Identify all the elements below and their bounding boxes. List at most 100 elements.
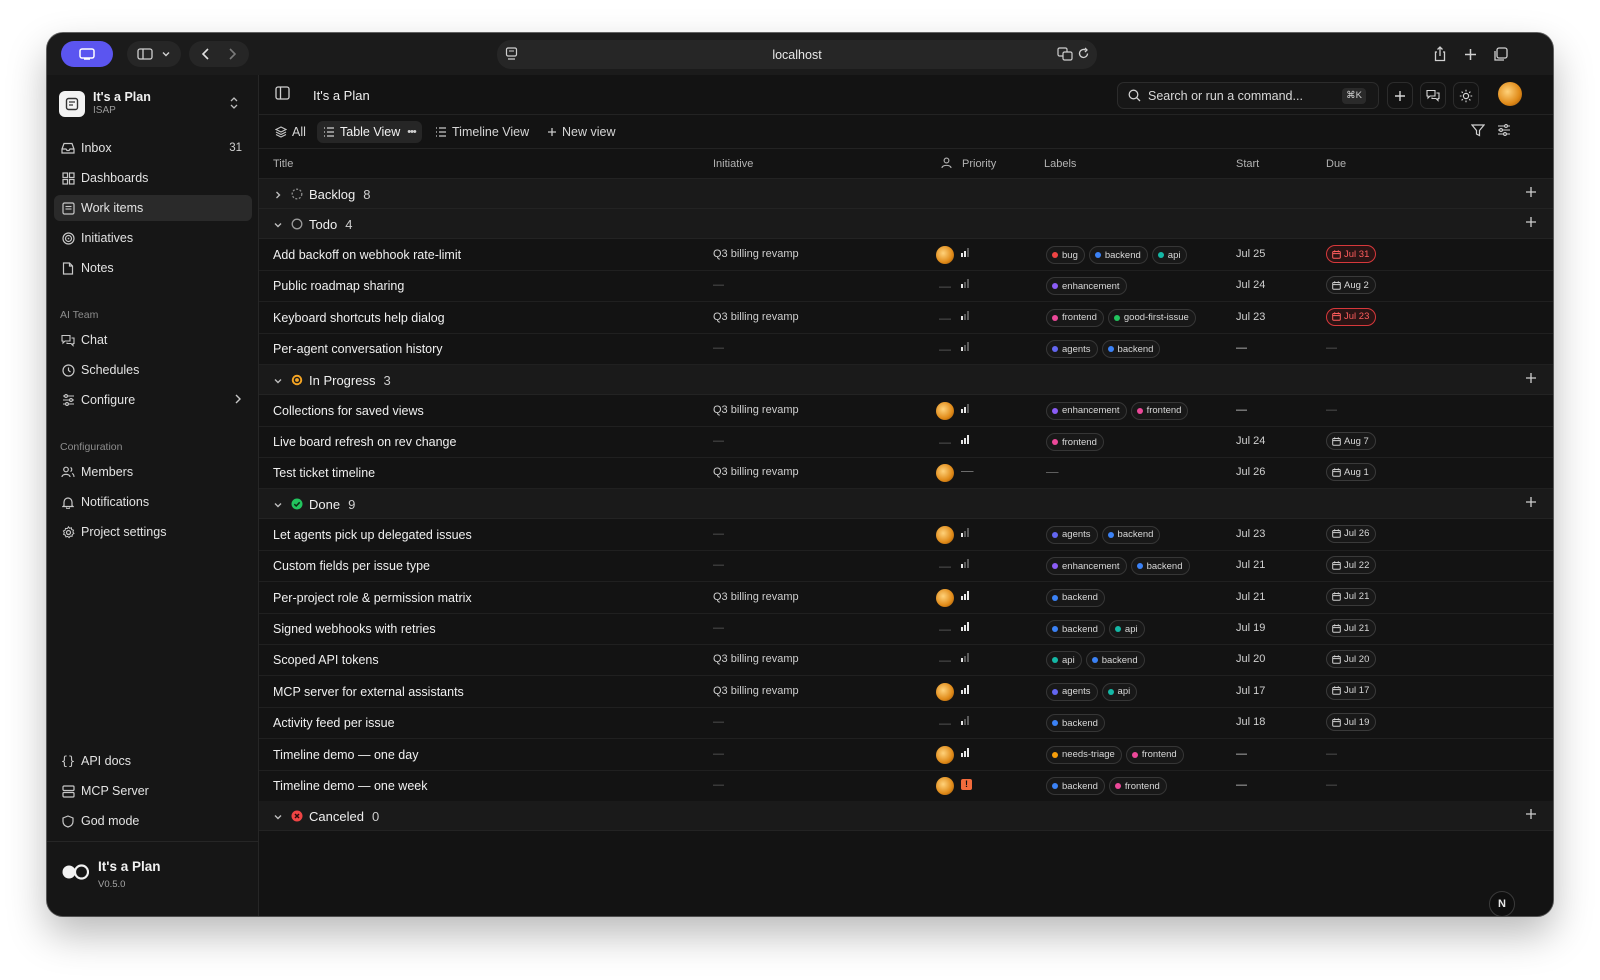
row-start-date[interactable]: Jul 18 — [1236, 716, 1265, 728]
assignee-avatar[interactable] — [936, 401, 954, 420]
row-due-date[interactable]: — — [1326, 404, 1337, 416]
row-start-date[interactable]: Jul 21 — [1236, 591, 1265, 603]
row-due-date[interactable]: Jul 22 — [1326, 556, 1377, 575]
label-chip[interactable]: good-first-issue — [1107, 308, 1196, 327]
row-title[interactable]: Public roadmap sharing — [273, 279, 404, 293]
assignee-avatar[interactable] — [936, 777, 954, 795]
row-start-date[interactable]: Jul 17 — [1236, 685, 1265, 697]
add-item-icon[interactable] — [1525, 216, 1537, 231]
sidebar-item-work-items[interactable]: Work items — [54, 195, 252, 221]
row-due-date[interactable]: Jul 31 — [1326, 245, 1377, 263]
table-row[interactable]: Public roadmap sharing — — enhancement Jul 2… — [259, 270, 1553, 303]
priority-bars-icon[interactable] — [961, 684, 969, 694]
assignee-avatar[interactable] — [936, 682, 954, 701]
forward-icon[interactable] — [219, 41, 245, 67]
row-start-date[interactable]: — — [1236, 404, 1247, 416]
row-due-date[interactable]: Jul 19 — [1326, 713, 1377, 732]
row-due-date[interactable]: — — [1326, 748, 1337, 760]
table-row[interactable]: Live board refresh on rev change — — fronte… — [259, 426, 1553, 458]
table-row[interactable]: Scoped API tokens Q3 billing revamp — api ba… — [259, 644, 1553, 677]
row-start-date[interactable]: — — [1236, 342, 1247, 354]
row-due-date[interactable]: Jul 23 — [1326, 307, 1377, 326]
sidebar-item-notifications[interactable]: Notifications — [54, 489, 252, 515]
row-title[interactable]: Let agents pick up delegated issues — [273, 528, 472, 542]
back-icon[interactable] — [193, 41, 219, 67]
label-chip[interactable]: agents — [1046, 525, 1098, 544]
new-tab-icon[interactable] — [1457, 41, 1483, 67]
chevron-right-icon[interactable] — [273, 188, 283, 203]
column-header-due[interactable]: Due — [1326, 158, 1346, 170]
label-chip[interactable]: frontend — [1125, 745, 1184, 764]
reload-icon[interactable] — [1077, 47, 1090, 63]
label-chip[interactable]: api — [1101, 682, 1138, 701]
row-title[interactable]: Timeline demo — one day — [273, 748, 418, 762]
table-row[interactable]: Keyboard shortcuts help dialog Q3 billing… — [259, 302, 1553, 334]
row-due-date[interactable]: Jul 26 — [1326, 524, 1377, 543]
group-header-backlog[interactable]: Backlog 8 — [259, 179, 1553, 209]
tabs-overview-icon[interactable] — [1487, 41, 1513, 67]
label-chip[interactable]: backend — [1046, 777, 1105, 795]
label-chip[interactable]: bug — [1046, 246, 1085, 264]
row-initiative[interactable]: — — [713, 559, 724, 571]
priority-bars-icon[interactable] — [961, 248, 969, 257]
assignee-column-icon[interactable] — [941, 157, 952, 172]
table-row[interactable]: Test ticket timeline Q3 billing revamp — — J… — [259, 457, 1553, 490]
row-start-date[interactable]: — — [1236, 748, 1247, 760]
label-chip[interactable]: backend — [1088, 246, 1148, 264]
page-menu-icon[interactable] — [505, 47, 518, 64]
group-header-todo[interactable]: Todo 4 — [259, 209, 1553, 239]
group-header-canceled[interactable]: Canceled 0 — [259, 801, 1553, 832]
label-chip[interactable]: api — [1046, 651, 1082, 670]
column-header-start[interactable]: Start — [1236, 158, 1259, 170]
priority-bars-icon[interactable] — [961, 747, 969, 757]
no-assignee[interactable]: — — [939, 653, 951, 667]
table-row[interactable]: Activity feed per issue — — backend Jul 18 Ju… — [259, 707, 1553, 740]
row-initiative[interactable]: Q3 billing revamp — [713, 404, 799, 416]
command-search-input[interactable]: Search or run a command... ⌘K — [1117, 82, 1379, 109]
create-button[interactable] — [1387, 82, 1413, 109]
sidebar-item-dashboards[interactable]: Dashboards — [54, 165, 252, 191]
row-initiative[interactable]: Q3 billing revamp — [713, 466, 799, 478]
label-chip[interactable]: backend — [1085, 651, 1145, 670]
sidebar-item-notes[interactable]: Notes — [54, 255, 252, 281]
row-title[interactable]: MCP server for external assistants — [273, 685, 464, 699]
no-labels[interactable]: — — [1046, 465, 1059, 479]
translate-icon[interactable] — [1057, 47, 1073, 64]
table-row[interactable]: Add backoff on webhook rate-limit Q3 bill… — [259, 239, 1553, 271]
user-avatar[interactable] — [1498, 82, 1522, 106]
row-initiative[interactable]: — — [713, 716, 724, 728]
sidebar-item-schedules[interactable]: Schedules — [54, 357, 252, 383]
table-row[interactable]: MCP server for external assistants Q3 bil… — [259, 676, 1553, 708]
row-initiative[interactable]: — — [713, 748, 724, 760]
table-row[interactable]: Timeline demo — one day — needs-triage fron… — [259, 739, 1553, 771]
row-initiative[interactable]: Q3 billing revamp — [713, 311, 799, 323]
priority-none-icon[interactable]: — — [961, 464, 974, 478]
row-title[interactable]: Timeline demo — one week — [273, 779, 427, 793]
label-chip[interactable]: api — [1108, 620, 1145, 638]
tab-all[interactable]: All — [269, 121, 312, 143]
chevron-down-icon[interactable] — [273, 498, 283, 513]
label-chip[interactable]: agents — [1046, 682, 1098, 701]
priority-bars-icon[interactable] — [961, 590, 969, 600]
sidebar-item-mcp-server[interactable]: MCP Server — [54, 778, 252, 804]
row-initiative[interactable]: Q3 billing revamp — [713, 653, 799, 665]
sidebar-item-project-settings[interactable]: Project settings — [54, 519, 252, 545]
priority-urgent-icon[interactable]: ! — [961, 779, 972, 790]
no-assignee[interactable]: — — [939, 311, 951, 325]
row-title[interactable]: Per-agent conversation history — [273, 342, 443, 356]
label-chip[interactable]: agents — [1046, 340, 1098, 359]
row-title[interactable]: Add backoff on webhook rate-limit — [273, 248, 461, 262]
group-header-in-progress[interactable]: In Progress 3 — [259, 364, 1553, 395]
table-row[interactable]: Let agents pick up delegated issues — agen… — [259, 519, 1553, 551]
no-assignee[interactable]: — — [939, 559, 951, 573]
priority-bars-icon[interactable] — [961, 527, 969, 537]
display-settings-icon[interactable] — [1497, 124, 1511, 139]
add-item-icon[interactable] — [1525, 186, 1537, 201]
row-title[interactable]: Keyboard shortcuts help dialog — [273, 311, 445, 325]
chat-button[interactable] — [1420, 82, 1446, 109]
label-chip[interactable]: enhancement — [1046, 401, 1127, 420]
row-initiative[interactable]: Q3 billing revamp — [713, 591, 799, 603]
row-start-date[interactable]: Jul 26 — [1236, 466, 1265, 478]
assignee-avatar[interactable] — [936, 464, 954, 483]
label-chip[interactable]: enhancement — [1046, 557, 1127, 576]
